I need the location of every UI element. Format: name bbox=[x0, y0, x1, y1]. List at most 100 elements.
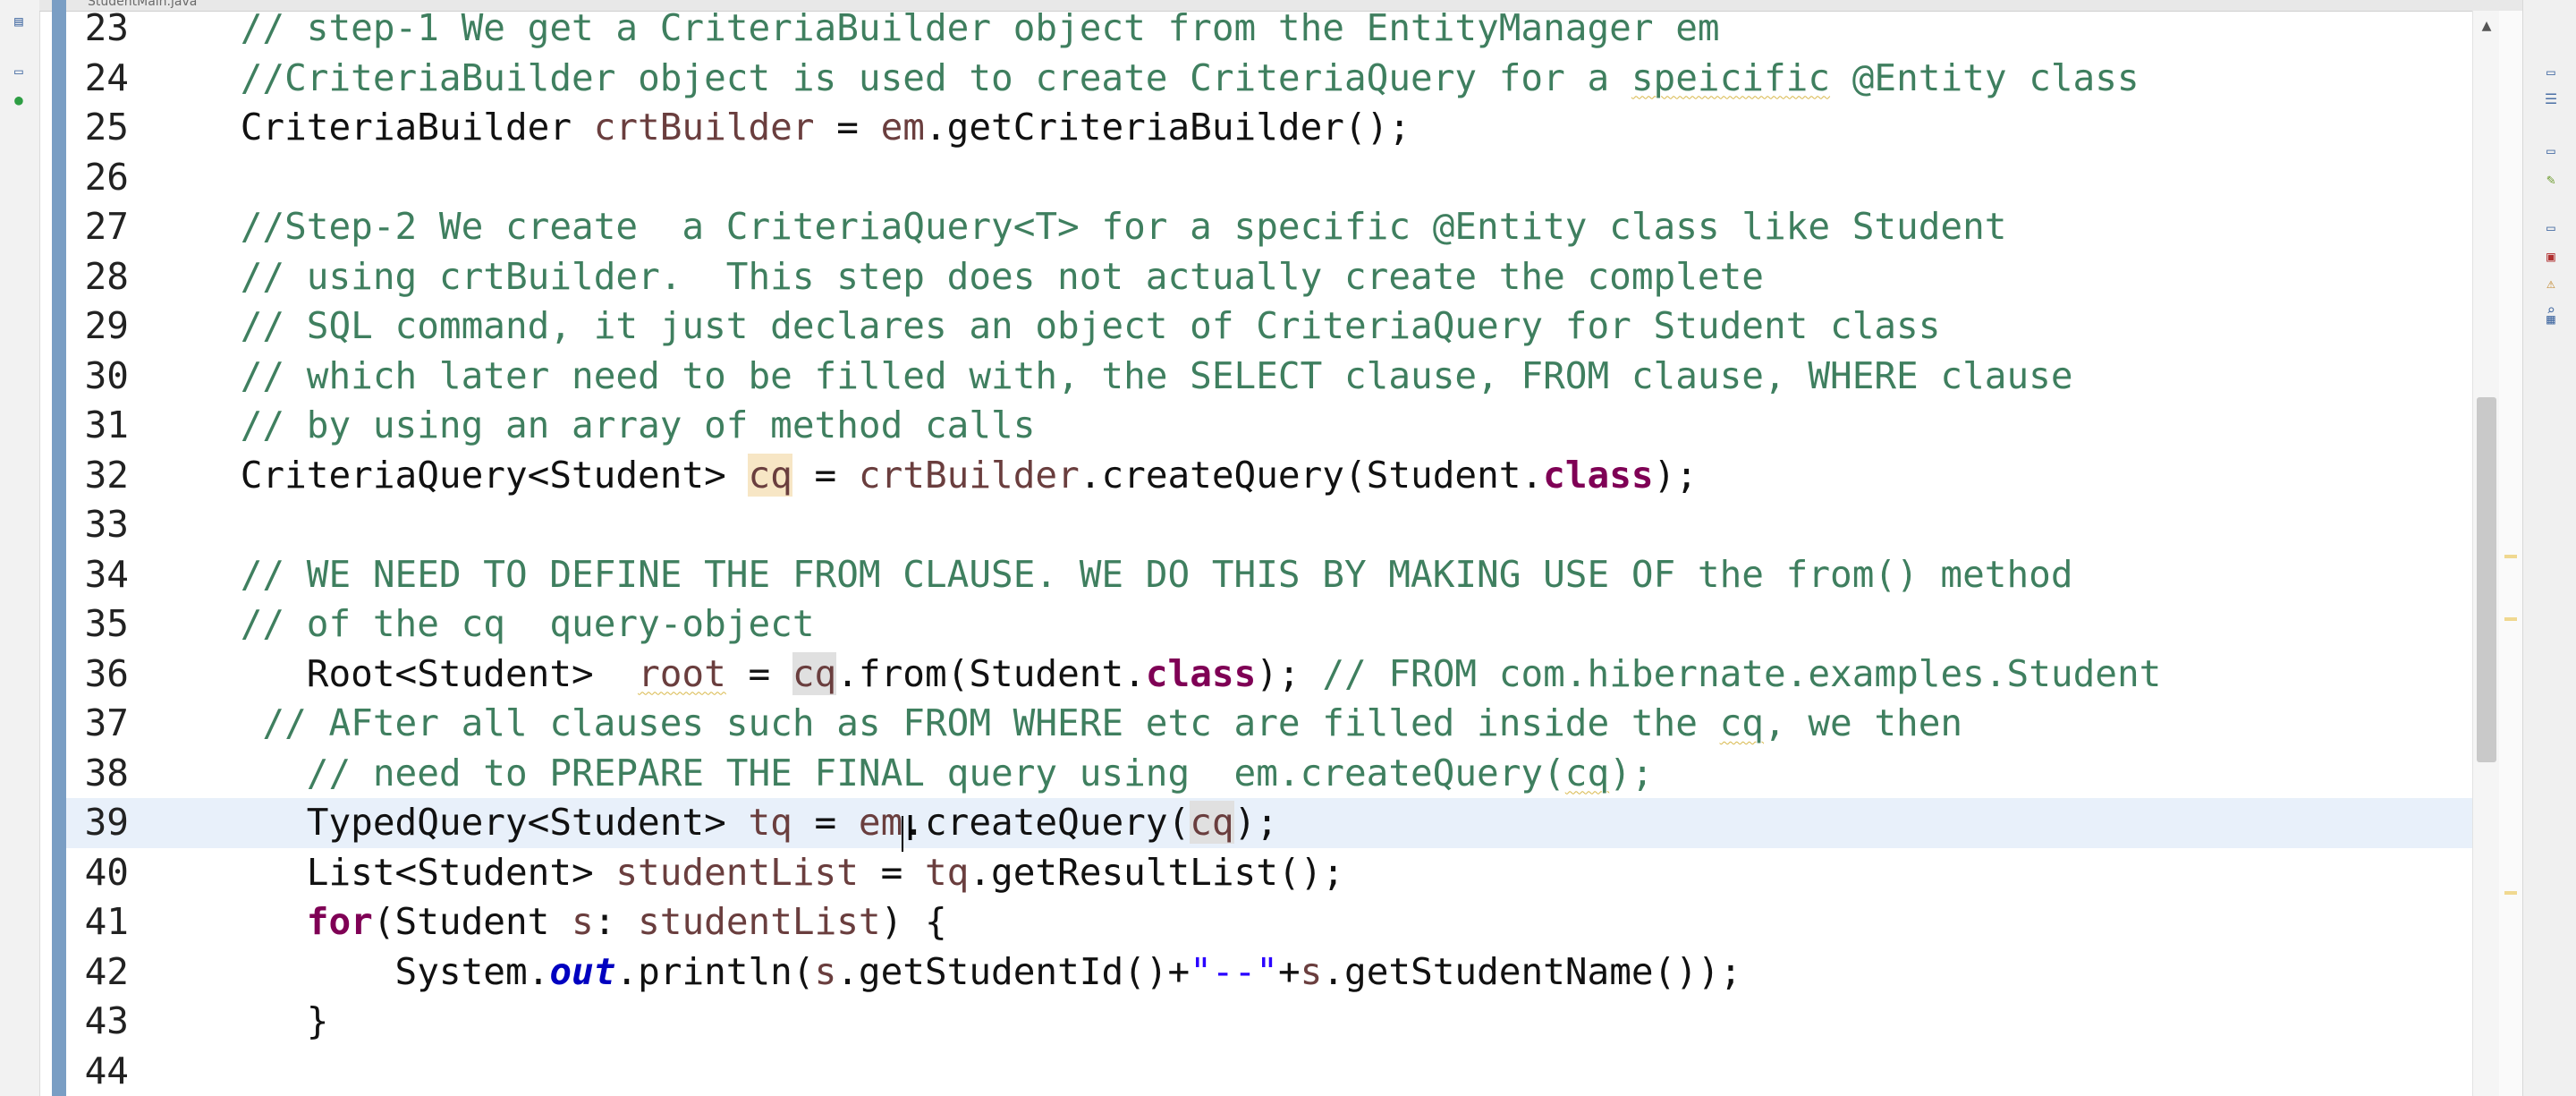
code-text[interactable]: TypedQuery<Student> tq = em.createQuery(… bbox=[152, 798, 1278, 848]
code-line[interactable]: 34 // WE NEED TO DEFINE THE FROM CLAUSE.… bbox=[66, 550, 2472, 600]
code-line[interactable]: 33 bbox=[66, 500, 2472, 550]
code-token: : bbox=[593, 900, 639, 943]
code-text[interactable]: //Step-2 We create a CriteriaQuery<T> fo… bbox=[152, 202, 2007, 252]
code-token: crtBuilder bbox=[593, 106, 815, 149]
code-line[interactable]: 28 // using crtBuilder. This step does n… bbox=[66, 252, 2472, 302]
code-line[interactable]: 26 bbox=[66, 153, 2472, 203]
code-token: ); bbox=[1653, 453, 1698, 497]
code-text[interactable]: // AFter all clauses such as FROM WHERE … bbox=[152, 699, 1962, 749]
ruler-annotation-mark[interactable] bbox=[2504, 617, 2517, 621]
code-token: //Step-2 We create a CriteriaQuery<T> fo… bbox=[240, 205, 2007, 248]
code-text[interactable]: Root<Student> root = cq.from(Student.cla… bbox=[152, 650, 2161, 700]
code-text[interactable]: // which later need to be filled with, t… bbox=[152, 352, 2073, 402]
code-token: TypedQuery<Student> bbox=[152, 801, 749, 844]
code-token: .println( bbox=[615, 949, 815, 993]
code-line[interactable]: 44 bbox=[66, 1047, 2472, 1096]
code-token: // FROM com.hibernate.examples.Student bbox=[1322, 651, 2162, 695]
scroll-thumb[interactable] bbox=[2477, 397, 2496, 762]
code-line[interactable]: 43 } bbox=[66, 997, 2472, 1047]
code-token: } bbox=[152, 999, 329, 1042]
code-text[interactable]: // SQL command, it just declares an obje… bbox=[152, 302, 1941, 352]
run-status-icon[interactable]: ● bbox=[9, 91, 29, 109]
code-line[interactable]: 41 for(Student s: studentList) { bbox=[66, 897, 2472, 947]
code-token: "--" bbox=[1190, 949, 1278, 993]
code-text[interactable]: // WE NEED TO DEFINE THE FROM CLAUSE. WE… bbox=[152, 550, 2073, 600]
code-text[interactable]: // need to PREPARE THE FINAL query using… bbox=[152, 749, 1654, 799]
code-token: // by using an array of method calls bbox=[240, 404, 1036, 446]
mouse-ibeam-cursor-icon: I bbox=[905, 809, 916, 848]
editor-ruler-margin[interactable] bbox=[52, 0, 66, 1096]
code-token: .getStudentId()+ bbox=[836, 949, 1191, 993]
code-token: speicific bbox=[1631, 55, 1831, 99]
code-token: // need to PREPARE THE FINAL query using… bbox=[306, 751, 1565, 794]
code-text[interactable]: // using crtBuilder. This step does not … bbox=[152, 252, 1764, 302]
code-token: s bbox=[814, 949, 837, 993]
code-line[interactable]: 29 // SQL command, it just declares an o… bbox=[66, 302, 2472, 352]
restore-icon[interactable]: ▭ bbox=[2541, 63, 2561, 82]
minimize-icon[interactable]: ▭ bbox=[9, 63, 29, 81]
code-text[interactable]: CriteriaBuilder crtBuilder = em.getCrite… bbox=[152, 103, 1411, 153]
code-text[interactable]: List<Student> studentList = tq.getResult… bbox=[152, 848, 1344, 898]
code-token: // WE NEED TO DEFINE THE FROM CLAUSE. WE… bbox=[240, 552, 2073, 596]
code-line[interactable]: 23 // step-1 We get a CriteriaBuilder ob… bbox=[66, 4, 2472, 54]
code-text[interactable]: CriteriaQuery<Student> cq = crtBuilder.c… bbox=[152, 451, 1698, 501]
code-text[interactable]: for(Student s: studentList) { bbox=[152, 897, 947, 947]
code-line[interactable]: 25 CriteriaBuilder crtBuilder = em.getCr… bbox=[66, 103, 2472, 153]
ruler-annotation-mark[interactable] bbox=[2504, 555, 2517, 558]
outline-icon[interactable]: ☰ bbox=[2541, 89, 2561, 109]
code-text[interactable]: //CriteriaBuilder object is used to crea… bbox=[152, 54, 2140, 104]
code-line[interactable]: 32 CriteriaQuery<Student> cq = crtBuilde… bbox=[66, 451, 2472, 501]
ruler-annotation-mark[interactable] bbox=[2504, 891, 2517, 895]
line-number: 34 bbox=[84, 552, 129, 596]
code-line[interactable]: 31 // by using an array of method calls bbox=[66, 401, 2472, 451]
code-line[interactable]: 38 // need to PREPARE THE FINAL query us… bbox=[66, 749, 2472, 799]
code-line[interactable]: 27 //Step-2 We create a CriteriaQuery<T>… bbox=[66, 202, 2472, 252]
line-number: 30 bbox=[84, 353, 129, 397]
code-editor[interactable]: 23 // step-1 We get a CriteriaBuilder ob… bbox=[66, 6, 2472, 1096]
task-icon[interactable]: ✎ bbox=[2541, 170, 2561, 190]
code-text[interactable]: } bbox=[152, 997, 329, 1047]
code-line[interactable]: 42 System.out.println(s.getStudentId()+"… bbox=[66, 947, 2472, 998]
code-line[interactable]: 35 // of the cq query-object bbox=[66, 599, 2472, 650]
problems-icon[interactable]: ⚠ bbox=[2541, 274, 2561, 293]
code-line[interactable]: 30 // which later need to be filled with… bbox=[66, 352, 2472, 402]
code-token: .getResultList(); bbox=[969, 850, 1344, 894]
line-number: 38 bbox=[84, 751, 129, 794]
minimize-icon[interactable]: ▭ bbox=[2541, 141, 2561, 161]
line-number: 44 bbox=[84, 1049, 129, 1092]
line-number: 31 bbox=[84, 404, 129, 446]
code-token: = bbox=[858, 850, 925, 894]
code-token: = bbox=[725, 651, 792, 695]
code-token: CriteriaQuery<Student> bbox=[152, 453, 749, 497]
code-token: ); bbox=[1256, 651, 1323, 695]
code-text[interactable]: // of the cq query-object bbox=[152, 599, 815, 650]
overview-ruler[interactable] bbox=[2499, 11, 2522, 1096]
code-line[interactable]: 36 Root<Student> root = cq.from(Student.… bbox=[66, 650, 2472, 700]
code-text[interactable]: System.out.println(s.getStudentId()+"--"… bbox=[152, 947, 1742, 998]
code-token: tq bbox=[924, 850, 970, 894]
code-text[interactable]: // by using an array of method calls bbox=[152, 401, 1036, 451]
line-number: 40 bbox=[84, 850, 129, 894]
show-view-icon[interactable]: ▤ bbox=[9, 13, 29, 30]
code-token: cq bbox=[792, 651, 837, 695]
code-line[interactable]: 24 //CriteriaBuilder object is used to c… bbox=[66, 54, 2472, 104]
minimize-icon[interactable]: ▭ bbox=[2541, 218, 2561, 238]
console-icon[interactable]: ▣ bbox=[2541, 247, 2561, 267]
chevron-up-icon[interactable]: ▲ bbox=[2477, 16, 2496, 36]
line-number: 25 bbox=[84, 106, 129, 149]
code-text[interactable]: // step-1 We get a CriteriaBuilder objec… bbox=[152, 4, 1720, 54]
code-line[interactable]: 39 TypedQuery<Student> tq = em.createQue… bbox=[66, 798, 2472, 848]
line-number: 36 bbox=[84, 651, 129, 695]
code-token: studentList bbox=[638, 900, 881, 943]
code-line[interactable]: 37 // AFter all clauses such as FROM WHE… bbox=[66, 699, 2472, 749]
properties-icon[interactable]: ▦ bbox=[2541, 310, 2561, 329]
code-line[interactable]: 40 List<Student> studentList = tq.getRes… bbox=[66, 848, 2472, 898]
vertical-scrollbar[interactable]: ▲ bbox=[2472, 11, 2500, 1096]
code-token: = bbox=[792, 453, 859, 497]
